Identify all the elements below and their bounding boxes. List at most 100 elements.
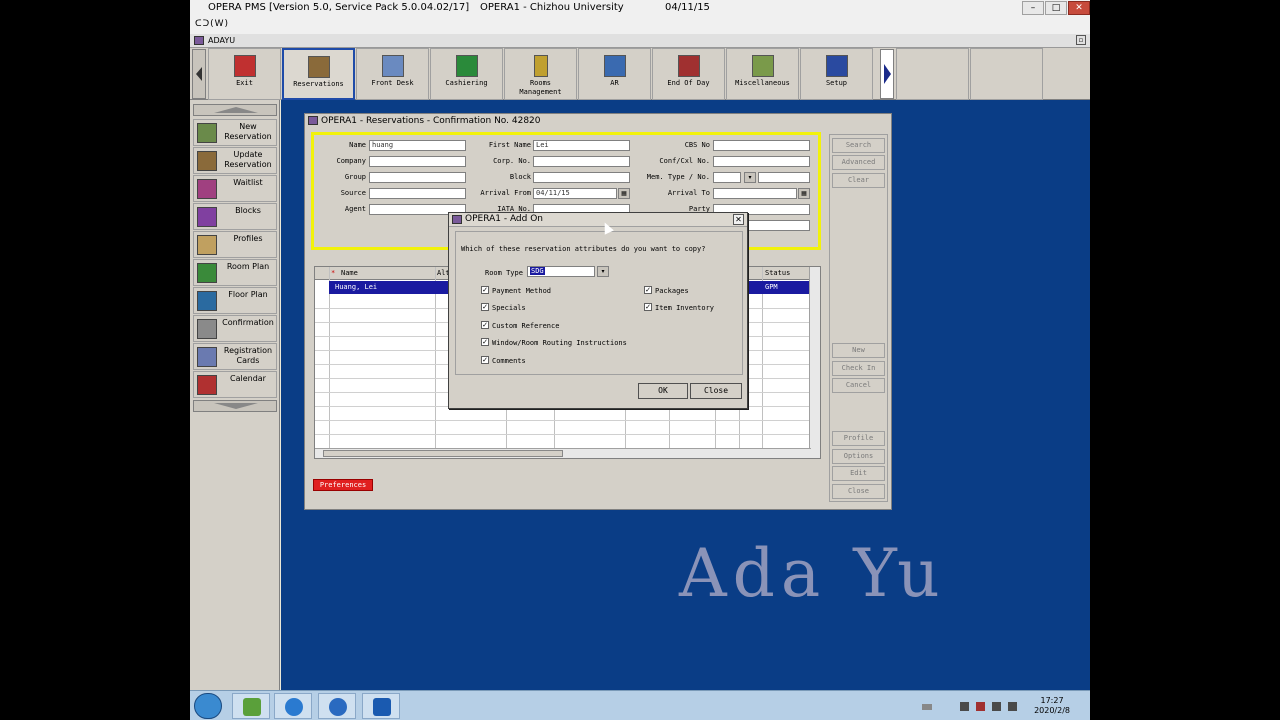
toolbar-front-desk-button[interactable]: Front Desk — [356, 48, 429, 100]
edit-button[interactable]: Edit — [832, 466, 885, 481]
tray-app-icon[interactable] — [960, 702, 969, 711]
comments-checkbox[interactable]: ✓ — [481, 356, 489, 364]
sidenav-blocks[interactable]: Blocks — [193, 203, 277, 230]
dialog-close-button[interactable]: Close — [690, 383, 742, 399]
company-field[interactable] — [369, 156, 466, 167]
sidenav-new-reservation[interactable]: New Reservation — [193, 119, 277, 146]
arrival-from-field[interactable]: 04/11/15 — [533, 188, 617, 199]
room-type-field[interactable]: SDG — [527, 266, 595, 277]
grid-line — [435, 267, 436, 458]
taskbar-app-ie[interactable] — [274, 693, 312, 719]
clear-button[interactable]: Clear — [832, 173, 885, 188]
taskbar-app-chat[interactable] — [318, 693, 356, 719]
start-button[interactable] — [194, 693, 222, 719]
grid-col-status[interactable]: Status — [765, 269, 790, 277]
ok-button[interactable]: OK — [638, 383, 688, 399]
keyboard-icon[interactable] — [922, 704, 932, 710]
arrival-from-label: Arrival From — [480, 189, 531, 197]
close-window-button[interactable]: ✕ — [1068, 1, 1090, 15]
tray-security-icon[interactable] — [976, 702, 985, 711]
sidenav-calendar[interactable]: Calendar — [193, 371, 277, 398]
toolbar-ar-button[interactable]: AR — [578, 48, 651, 100]
sidenav-waitlist[interactable]: Waitlist — [193, 175, 277, 202]
first-name-field[interactable]: Lei — [533, 140, 630, 151]
sidenav-registration-cards[interactable]: Registration Cards — [193, 343, 277, 370]
toolbar-miscellaneous-button[interactable]: Miscellaneous — [726, 48, 799, 100]
toolbar-scroll-left-button[interactable] — [192, 49, 206, 99]
arrival-to-calendar-icon[interactable]: ▦ — [798, 188, 810, 199]
mem-type-field[interactable] — [713, 172, 741, 183]
source-label: Source — [340, 189, 366, 197]
grid-horizontal-scrollbar[interactable] — [315, 448, 811, 458]
sidenav-update-reservation-label: Update Reservation — [224, 150, 272, 169]
custom-reference-checkbox[interactable]: ✓ — [481, 321, 489, 329]
group-field[interactable] — [369, 172, 466, 183]
toolbar-front-desk-label: Front Desk — [371, 79, 414, 87]
toolbar-exit-button[interactable]: Exit — [208, 48, 281, 100]
sidenav-registration-cards-label: Registration Cards — [223, 346, 273, 365]
room-type-dropdown-icon[interactable]: ▾ — [597, 266, 609, 277]
payment-method-checkbox[interactable]: ✓ — [481, 286, 489, 294]
speaker-icon[interactable] — [992, 702, 1001, 711]
toolbar-cashiering-button[interactable]: Cashiering — [430, 48, 503, 100]
sidenav-calendar-label: Calendar — [230, 374, 266, 383]
specials-checkbox[interactable]: ✓ — [481, 303, 489, 311]
block-label: Block — [509, 173, 531, 181]
cbs-no-field[interactable] — [713, 140, 810, 151]
toolbar-reservations-button[interactable]: Reservations — [282, 48, 355, 100]
sidenav-profiles[interactable]: Profiles — [193, 231, 277, 258]
taskbar-app-recorder[interactable] — [362, 693, 400, 719]
packages-checkbox[interactable]: ✓ — [644, 286, 652, 294]
taskbar-clock[interactable]: 17:27 2020/2/8 — [1034, 696, 1070, 716]
arrival-to-field[interactable] — [713, 188, 797, 199]
cancel-button[interactable]: Cancel — [832, 378, 885, 393]
toolbar-scroll-right-button[interactable] — [880, 49, 894, 99]
check-in-button[interactable]: Check In — [832, 361, 885, 376]
advanced-button[interactable]: Advanced — [832, 155, 885, 170]
new-button[interactable]: New — [832, 343, 885, 358]
window-menu[interactable]: ᑕᑐ(W) — [195, 19, 229, 29]
sidenav-confirmation[interactable]: Confirmation — [193, 315, 277, 342]
preferences-button[interactable]: Preferences — [313, 479, 373, 491]
toolbar-end-of-day-button[interactable]: End Of Day — [652, 48, 725, 100]
restore-icon[interactable]: ▫ — [1076, 35, 1086, 45]
add-on-dialog-titlebar: OPERA1 - Add On ✕ — [449, 213, 747, 227]
profile-button[interactable]: Profile — [832, 431, 885, 446]
toolbar-setup-button[interactable]: Setup — [800, 48, 873, 100]
sidenav-scroll-up-button[interactable] — [193, 104, 277, 116]
source-field[interactable] — [369, 188, 466, 199]
corp-no-field[interactable] — [533, 156, 630, 167]
sidenav-room-plan[interactable]: Room Plan — [193, 259, 277, 286]
sidenav-scroll-down-button[interactable] — [193, 400, 277, 412]
close-button[interactable]: Close — [832, 484, 885, 499]
block-field[interactable] — [533, 172, 630, 183]
toolbar-rooms-management-button[interactable]: Rooms Management — [504, 48, 577, 100]
search-button[interactable]: Search — [832, 138, 885, 153]
grid-line — [329, 267, 330, 458]
conf-cxl-no-field[interactable] — [713, 156, 810, 167]
mem-type-label: Mem. Type / No. — [646, 173, 710, 181]
grid-vertical-scrollbar[interactable] — [809, 267, 820, 458]
add-on-dialog: OPERA1 - Add On ✕ Which of these reserva… — [448, 212, 748, 409]
options-button[interactable]: Options — [832, 449, 885, 464]
clock-date: 2020/2/8 — [1034, 706, 1070, 715]
scrollbar-thumb[interactable] — [323, 450, 563, 457]
maximize-button[interactable]: □ — [1045, 1, 1067, 15]
dialog-close-icon[interactable]: ✕ — [733, 214, 744, 225]
minimize-button[interactable]: – — [1022, 1, 1044, 15]
sidenav-floor-plan[interactable]: Floor Plan — [193, 287, 277, 314]
item-inventory-checkbox[interactable]: ✓ — [644, 303, 652, 311]
mem-type-dropdown-icon[interactable]: ▾ — [744, 172, 756, 183]
mem-no-field[interactable] — [758, 172, 810, 183]
sidenav-update-reservation[interactable]: Update Reservation — [193, 147, 277, 174]
network-icon[interactable] — [1008, 702, 1017, 711]
taskbar-app-leaf[interactable] — [232, 693, 270, 719]
user-name: ADAYU — [208, 36, 236, 45]
name-field[interactable]: huang — [369, 140, 466, 151]
blocks-icon — [197, 207, 217, 227]
arrival-from-calendar-icon[interactable]: ▦ — [618, 188, 630, 199]
front-desk-icon — [381, 55, 404, 77]
grid-col-name[interactable]: Name — [341, 269, 358, 277]
window-routing-checkbox[interactable]: ✓ — [481, 338, 489, 346]
main-toolbar: Exit Reservations Front Desk Cashiering … — [190, 48, 1090, 100]
